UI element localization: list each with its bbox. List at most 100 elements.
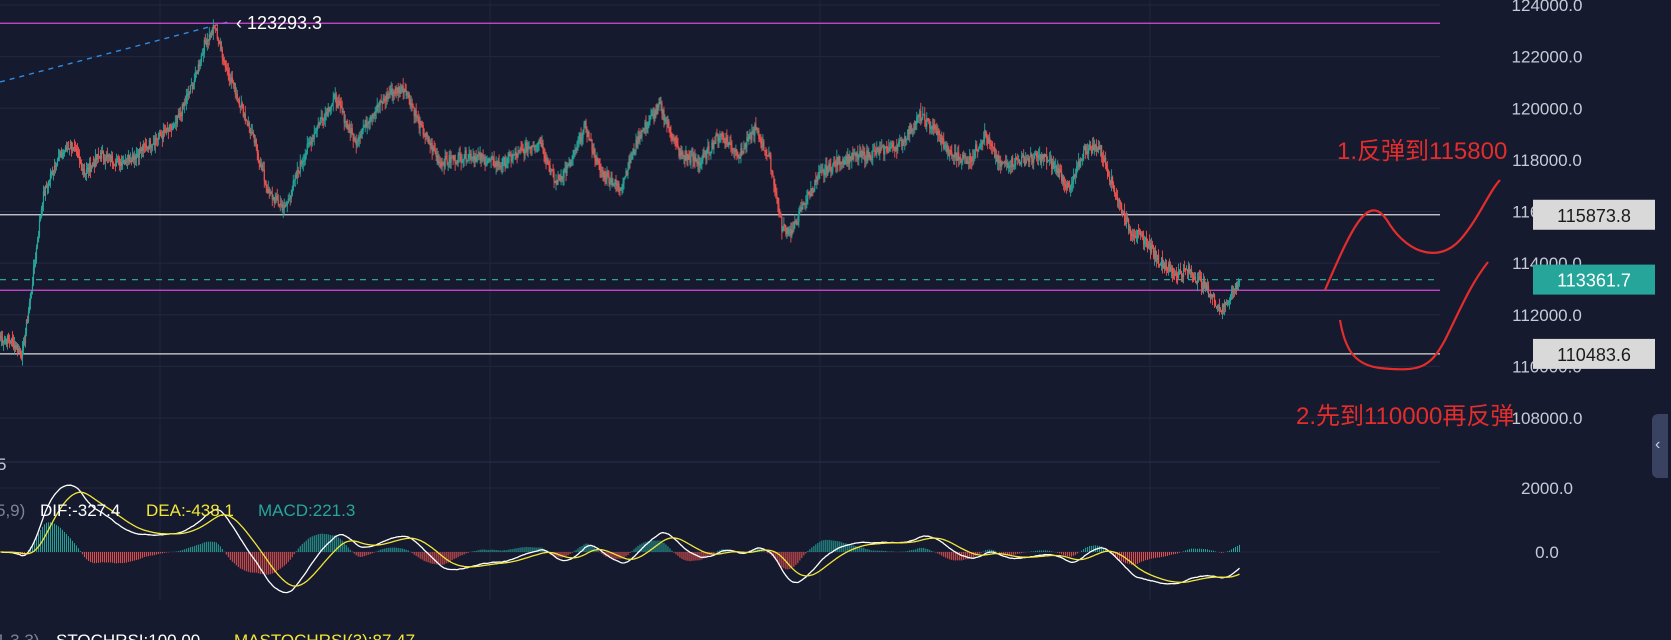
candle-body <box>255 139 257 145</box>
candle-body <box>48 180 51 182</box>
candle-body <box>562 177 564 180</box>
candle-body <box>492 157 494 159</box>
candle-body <box>943 139 945 149</box>
candle-body <box>263 169 265 181</box>
candle-body <box>2 341 5 343</box>
candle-body <box>192 83 194 90</box>
candle-body <box>573 150 575 155</box>
candle-body <box>1190 269 1193 274</box>
candle-body <box>319 119 321 126</box>
candle-body <box>741 147 743 152</box>
candle-body <box>329 109 331 112</box>
candle-body <box>143 143 145 146</box>
collapse-panel-handle[interactable]: ‹ <box>1652 414 1668 478</box>
candle-body <box>1183 268 1186 270</box>
candle-body <box>944 147 946 149</box>
candle-body <box>1047 160 1049 163</box>
candle-body <box>552 170 554 173</box>
candle-body <box>290 195 292 199</box>
candle-body <box>356 141 358 146</box>
candle-body <box>1007 163 1009 168</box>
candle-body <box>609 182 611 184</box>
candle-body <box>264 180 266 184</box>
candle-body <box>506 162 508 164</box>
candle-body <box>1148 242 1151 245</box>
candle-body <box>563 170 565 178</box>
candle-body <box>462 159 464 163</box>
candle-body <box>788 233 790 235</box>
candle-body <box>189 85 191 93</box>
candle-body <box>126 160 128 162</box>
candle-body <box>1177 270 1180 278</box>
candle-body <box>400 89 402 94</box>
candle-body <box>934 123 936 127</box>
candle-body <box>1118 199 1121 203</box>
candle-body <box>578 139 580 142</box>
candle-body <box>1168 263 1171 267</box>
candle-body <box>756 129 758 131</box>
candle-body <box>939 134 941 136</box>
candle-body <box>292 180 294 190</box>
candle-body <box>104 160 107 162</box>
candle-body <box>884 146 886 155</box>
candle-body <box>11 338 14 342</box>
mastochrsi-value-label: MASTOCHRSI(3):87.47 <box>234 631 415 640</box>
candle-body <box>55 166 58 168</box>
candle-body <box>730 142 732 145</box>
candle-body <box>769 153 771 155</box>
candle-body <box>576 142 578 151</box>
candle-body <box>90 167 93 173</box>
candle-body <box>758 130 760 139</box>
candle-body <box>621 186 623 190</box>
candle-body <box>1113 184 1115 190</box>
candle-body <box>630 159 632 163</box>
candle-body <box>303 160 305 162</box>
trading-chart[interactable]: 124000.0122000.0120000.0118000.0116000.0… <box>0 0 1671 640</box>
candle-body <box>827 169 829 176</box>
candle-body <box>832 164 834 172</box>
candle-body <box>865 160 867 162</box>
candle-body <box>172 125 174 129</box>
candle-body <box>498 161 500 167</box>
candle-body <box>1095 144 1097 147</box>
candle-body <box>515 151 517 155</box>
candle-body <box>343 110 345 123</box>
candle-body <box>1072 181 1074 184</box>
candle-body <box>588 131 590 141</box>
candle-body <box>924 114 926 121</box>
candle-body <box>1090 144 1092 150</box>
candle-body <box>1213 294 1216 303</box>
candle-body <box>1068 181 1070 188</box>
candle-body <box>1129 228 1132 234</box>
candle-body <box>985 130 987 136</box>
candle-body <box>1121 213 1124 215</box>
candle-body <box>1083 150 1085 160</box>
candle-body <box>111 155 114 164</box>
candle-body <box>1033 158 1035 163</box>
candle-body <box>306 143 308 153</box>
candle-body <box>751 131 753 140</box>
candle-body <box>502 158 504 166</box>
candle-body <box>1029 156 1031 163</box>
candle-body <box>1013 165 1015 167</box>
candle-body <box>446 159 448 164</box>
candle-body <box>466 160 468 162</box>
candle-body <box>620 189 622 191</box>
candle-body <box>1114 189 1116 194</box>
macd-tick-label: 2000.0 <box>1521 479 1573 498</box>
candle-body <box>361 129 363 135</box>
candle-body <box>56 160 59 167</box>
candle-body <box>965 156 967 158</box>
candle-body <box>760 138 762 145</box>
candle-body <box>675 140 677 142</box>
candle-body <box>37 235 40 242</box>
candle-body <box>291 189 293 196</box>
candle-body <box>819 171 821 173</box>
candle-body <box>700 162 702 164</box>
candle-body <box>803 202 805 205</box>
candle-body <box>777 197 779 205</box>
candle-body <box>45 186 48 188</box>
dea-value-label: DEA:-438.1 <box>146 501 234 520</box>
candle-body <box>314 132 316 134</box>
candle-body <box>434 150 436 153</box>
